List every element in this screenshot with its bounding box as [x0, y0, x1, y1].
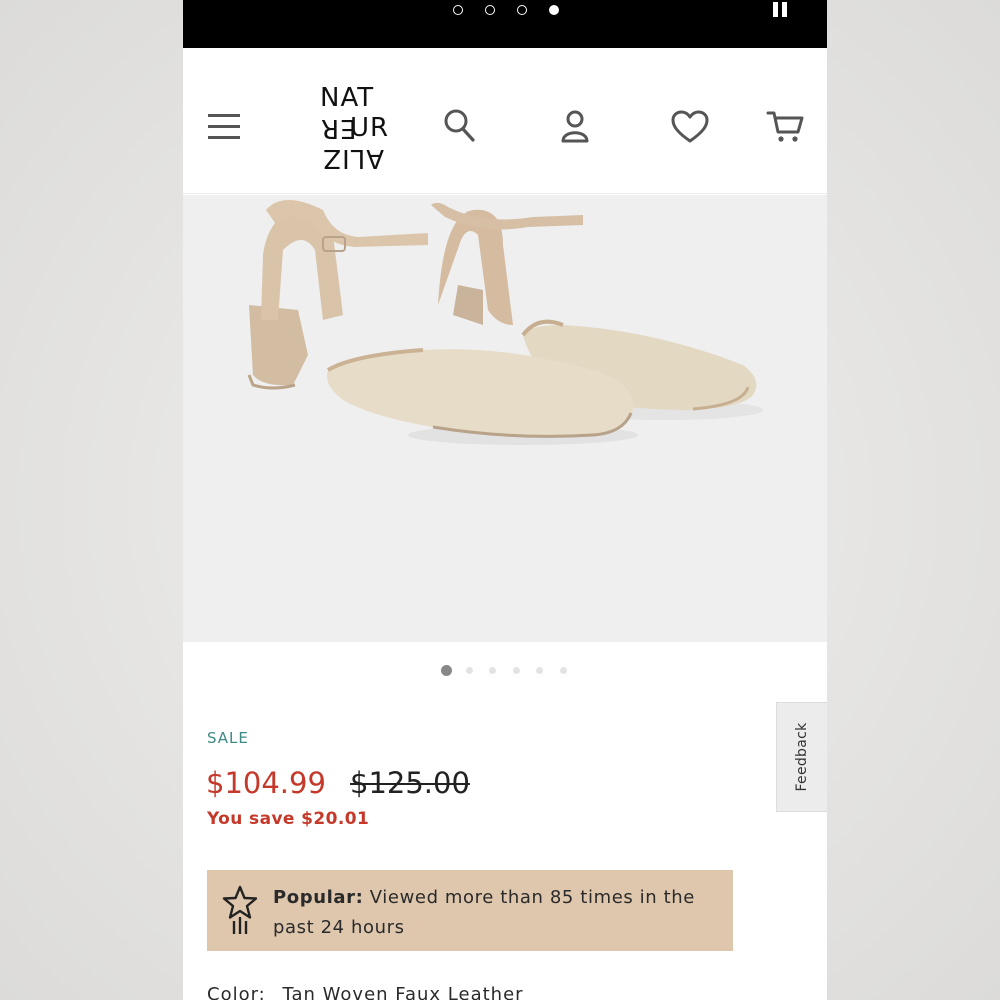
story-dot[interactable] [517, 5, 527, 15]
pause-icon[interactable] [773, 2, 789, 18]
logo-row-3-flipped: ALIZ [322, 143, 384, 173]
story-dot-active[interactable] [549, 5, 559, 15]
shooting-star-icon [221, 884, 259, 936]
popular-banner: Popular: Viewed more than 85 times in th… [207, 870, 733, 951]
color-label: Color: [207, 984, 266, 1000]
feedback-tab[interactable]: Feedback [776, 702, 827, 812]
video-frame-background: NAT ER UR ALIZ SALE $104.99 $125.00 You … [0, 0, 1000, 1000]
image-carousel-indicator [183, 642, 827, 702]
color-value: Tan Woven Faux Leather [282, 984, 524, 1000]
shoes-illustration [247, 200, 763, 445]
carousel-dot-active[interactable] [441, 665, 452, 676]
popular-text: Popular: Viewed more than 85 times in th… [273, 883, 723, 943]
product-image[interactable] [183, 195, 827, 642]
logo-row-2: UR [350, 113, 390, 143]
menu-icon[interactable] [207, 110, 241, 148]
story-dot[interactable] [485, 5, 495, 15]
logo-row-1: NAT [320, 83, 375, 113]
account-icon[interactable] [558, 108, 592, 148]
wishlist-heart-icon[interactable] [671, 110, 709, 148]
site-header: NAT ER UR ALIZ [183, 48, 827, 194]
popular-label: Popular: [273, 887, 364, 908]
carousel-dot[interactable] [536, 667, 543, 674]
story-dot[interactable] [453, 5, 463, 15]
sale-badge: SALE [207, 729, 249, 747]
story-progress-bar [183, 0, 827, 48]
carousel-dot[interactable] [513, 667, 520, 674]
cart-icon[interactable] [766, 110, 806, 148]
naturalizer-logo[interactable]: NAT ER UR ALIZ [320, 83, 390, 176]
original-price: $125.00 [350, 766, 470, 800]
carousel-dot[interactable] [560, 667, 567, 674]
color-line: Color: Tan Woven Faux Leather [207, 984, 524, 1000]
current-price: $104.99 [206, 766, 326, 800]
search-icon[interactable] [443, 108, 477, 148]
logo-row-2-flipped: ER [320, 113, 357, 143]
carousel-dot[interactable] [466, 667, 473, 674]
feedback-label: Feedback [794, 722, 810, 792]
phone-screen: NAT ER UR ALIZ SALE $104.99 $125.00 You … [183, 0, 827, 1000]
carousel-dot[interactable] [489, 667, 496, 674]
savings-text: You save $20.01 [207, 809, 370, 829]
